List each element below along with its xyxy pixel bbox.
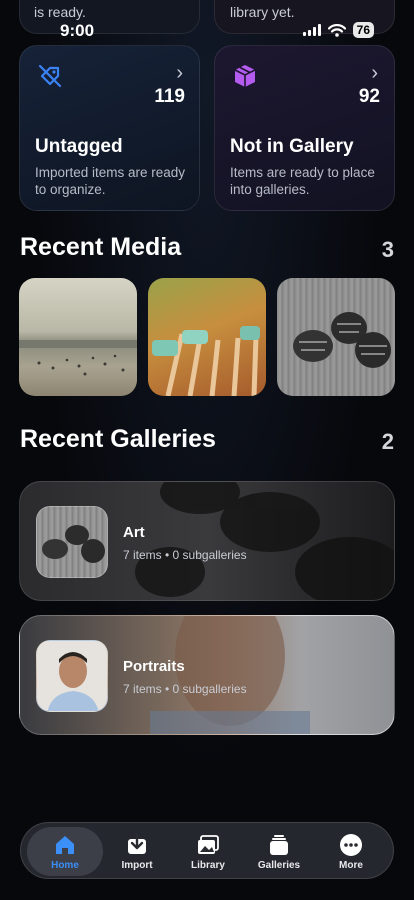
tab-more-label: More [339,859,363,871]
cube-icon [234,65,256,87]
art-gallery-name: Art [123,524,145,541]
stack-icon [270,834,288,855]
import-icon [128,833,146,854]
portraits-gallery-meta: 7 items • 0 subgalleries [123,682,247,696]
recent-media-heading: Recent Media [20,233,182,261]
tab-import[interactable]: Import [99,827,175,876]
portraits-gallery-thumbnail [36,640,108,712]
wifi-icon [327,23,346,37]
previous-card-right-text: library yet. [230,4,295,20]
cellular-signal-icon [302,24,321,36]
house-icon [56,835,74,854]
not-in-gallery-count: 92 [358,86,380,107]
chevron-right-icon: › [176,62,183,84]
untagged-card[interactable]: › 119 Untagged Imported items are ready … [19,45,200,211]
tab-galleries-label: Galleries [257,859,301,871]
media-thumbnail-pinecones[interactable] [277,278,395,396]
chevron-right-icon: › [371,62,378,84]
tab-home[interactable]: Home [27,827,103,876]
tab-more[interactable]: More [313,827,389,876]
portraits-gallery-name: Portraits [123,658,185,675]
gallery-row-art[interactable]: Art 7 items • 0 subgalleries [19,481,395,601]
photos-icon [198,834,219,854]
tab-bar: Home Import Library Galleries More [20,822,394,879]
garden-scene [152,326,260,396]
art-gallery-meta: 7 items • 0 subgalleries [123,548,247,562]
tab-home-label: Home [51,859,79,871]
status-indicators: 76 [302,22,374,38]
gallery-row-portraits[interactable]: Portraits 7 items • 0 subgalleries [19,615,395,735]
beach-scene [19,340,137,376]
tag-slash-icon [38,64,62,88]
art-gallery-thumbnail [36,506,108,578]
not-in-gallery-card[interactable]: › 92 Not in Gallery Items are ready to p… [214,45,395,211]
media-thumbnail-beach[interactable] [19,278,137,396]
tab-library-label: Library [191,859,225,871]
ellipsis-icon [340,833,362,856]
untagged-count: 119 [154,86,185,107]
untagged-description: Imported items are ready to organize. [35,165,186,197]
battery-indicator: 76 [352,22,374,38]
recent-media-count: 3 [381,237,394,262]
not-in-gallery-description: Items are ready to place into galleries. [230,165,375,197]
media-thumbnail-garden[interactable] [148,278,266,396]
pinecones-scene [293,312,391,368]
previous-card-left-text: is ready. [34,4,86,20]
tab-import-label: Import [121,859,153,871]
status-time: 9:00 [60,21,95,40]
tab-galleries[interactable]: Galleries [241,827,317,876]
not-in-gallery-title: Not in Gallery [230,136,354,157]
recent-galleries-heading: Recent Galleries [20,425,216,453]
tab-library[interactable]: Library [170,827,246,876]
recent-galleries-count: 2 [381,429,394,454]
untagged-title: Untagged [35,136,123,157]
